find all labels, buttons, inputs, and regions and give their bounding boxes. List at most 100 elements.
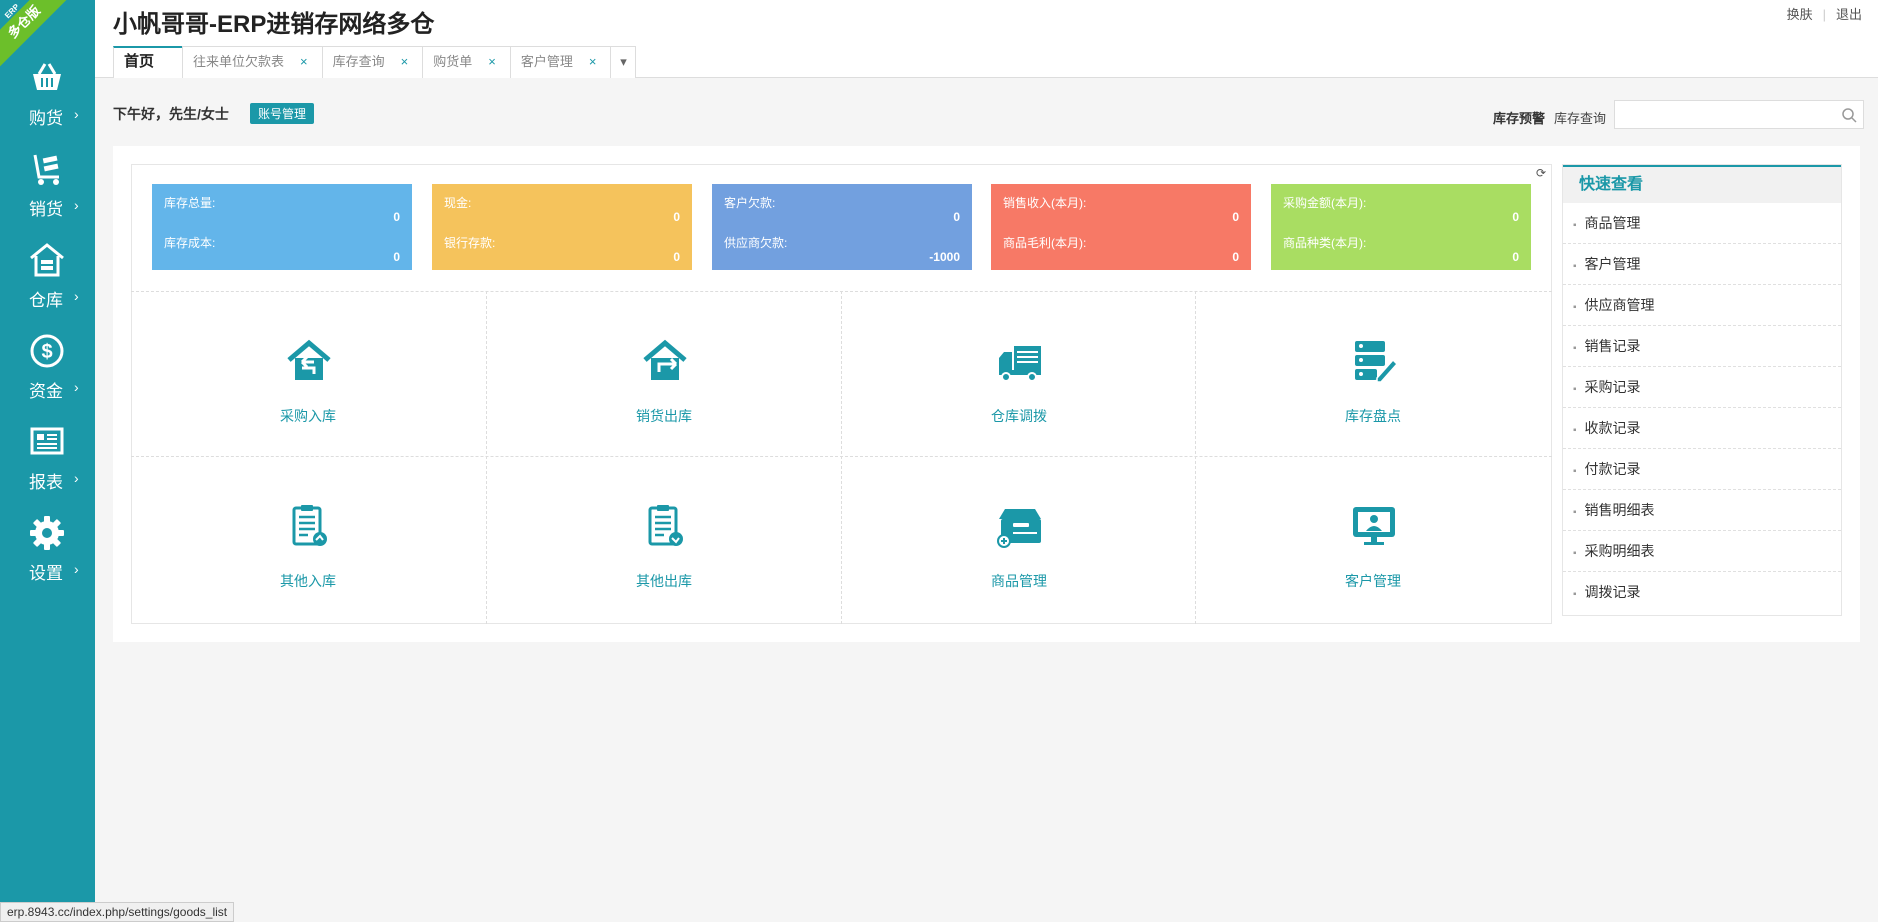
chevron-right-icon: › <box>74 197 79 213</box>
quick-item-label: 供应商管理 <box>1584 297 1655 313</box>
quick-item-transfers[interactable]: ▪ 调拨记录 <box>1563 572 1841 613</box>
sidebar-item-warehouse[interactable]: 仓库 › <box>0 242 95 332</box>
quick-item-payments[interactable]: ▪ 付款记录 <box>1563 449 1841 490</box>
quick-item-customers[interactable]: ▪ 客户管理 <box>1563 244 1841 285</box>
tile-sales-out[interactable]: 销货出库 <box>487 292 841 456</box>
sales-out-icon <box>643 339 687 380</box>
truck-icon <box>999 346 1041 382</box>
close-icon[interactable]: × <box>401 54 409 69</box>
stat-value: 0 <box>393 210 400 224</box>
tab-home[interactable]: 首页 <box>113 46 184 78</box>
chevron-right-icon: › <box>74 288 79 304</box>
tab-label: 库存查询 <box>332 54 385 69</box>
cart-icon <box>33 154 59 185</box>
tile-label: 采购入库 <box>280 408 336 424</box>
dollar-icon: $ <box>30 334 64 368</box>
quick-view-title: 快速查看 <box>1563 165 1841 203</box>
stat-label: 供应商欠款: <box>724 236 788 250</box>
clipboard-out-icon <box>648 505 683 546</box>
sidebar-item-label: 销货 <box>29 200 63 219</box>
warehouse-icon <box>30 243 64 277</box>
tile-other-in[interactable]: 其他入库 <box>131 457 485 621</box>
sidebar-item-funds[interactable]: $ 资金 › <box>0 333 95 423</box>
tile-other-out[interactable]: 其他出库 <box>487 457 841 621</box>
quick-item-goods[interactable]: ▪ 商品管理 <box>1563 203 1841 244</box>
stat-label: 银行存款: <box>444 236 496 250</box>
stat-card-sales: 销售收入(本月): 0 商品毛利(本月): 0 <box>991 184 1251 270</box>
quick-view-panel: 快速查看 ▪ 商品管理 ▪ 客户管理 ▪ 供应商管理 ▪ 销售记录 ▪ 采购记录 ▪ 收款记… <box>1562 164 1842 616</box>
quick-item-receipts[interactable]: ▪ 收款记录 <box>1563 408 1841 449</box>
stat-card-inventory: 库存总量: 0 库存成本: 0 <box>152 184 412 270</box>
tab-stock-query[interactable]: 库存查询 × <box>321 46 424 78</box>
report-icon <box>30 427 64 455</box>
sidebar-item-label: 资金 <box>29 382 63 401</box>
quick-item-label: 调拨记录 <box>1584 584 1641 600</box>
tab-label: 首页 <box>124 53 155 70</box>
stock-query-label[interactable]: 库存查询 <box>1554 108 1606 127</box>
refresh-icon[interactable]: ⟳ <box>1534 166 1548 180</box>
tile-purchase-in[interactable]: 采购入库 <box>131 292 485 456</box>
quick-item-purchase-detail[interactable]: ▪ 采购明细表 <box>1563 531 1841 572</box>
sidebar-item-sales[interactable]: 销货 › <box>0 151 95 241</box>
chevron-right-icon: › <box>74 561 79 577</box>
stat-card-purchase: 采购金额(本月): 0 商品种类(本月): 0 <box>1271 184 1531 270</box>
quick-item-sales-detail[interactable]: ▪ 销售明细表 <box>1563 490 1841 531</box>
tile-label: 销货出库 <box>636 408 692 424</box>
tile-label: 客户管理 <box>1345 573 1401 589</box>
close-icon[interactable]: × <box>300 54 308 69</box>
skin-link[interactable]: 换肤 <box>1787 7 1813 22</box>
stat-value: 0 <box>1512 210 1519 224</box>
stat-card-debt: 客户欠款: 0 供应商欠款: -1000 <box>712 184 972 270</box>
greeting-text: 下午好，先生/女士 <box>113 106 229 122</box>
quick-item-label: 采购记录 <box>1584 379 1641 395</box>
tab-label: 客户管理 <box>520 54 573 69</box>
tile-label: 其他出库 <box>636 573 692 589</box>
sidebar-item-label: 仓库 <box>29 291 63 310</box>
stat-label: 现金: <box>444 196 472 210</box>
sidebar-item-settings[interactable]: 设置 › <box>0 515 95 605</box>
stat-value: 0 <box>673 210 680 224</box>
app-title: 小帆哥哥-ERP进销存网络多仓 <box>113 11 435 38</box>
account-manage-button[interactable]: 账号管理 <box>250 103 315 124</box>
stat-label: 库存总量: <box>164 196 216 210</box>
stat-value: 0 <box>1512 250 1519 264</box>
chevron-right-icon: › <box>74 379 79 395</box>
tab-purchase-order[interactable]: 购货单 × <box>422 46 511 78</box>
chevron-right-icon: › <box>74 106 79 122</box>
sidebar-item-label: 购货 <box>29 109 63 128</box>
stat-value: 0 <box>673 250 680 264</box>
quick-item-label: 客户管理 <box>1584 256 1641 272</box>
caret-down-icon: ▾ <box>620 54 627 69</box>
stat-label: 客户欠款: <box>724 196 776 210</box>
sidebar-item-purchase[interactable]: 购货 › <box>0 60 95 150</box>
tab-label: 往来单位欠款表 <box>193 54 285 69</box>
sidebar-item-label: 报表 <box>29 473 63 492</box>
sidebar-item-label: 设置 <box>29 564 63 583</box>
tile-transfer[interactable]: 仓库调拨 <box>842 292 1196 456</box>
quick-item-sales-records[interactable]: ▪ 销售记录 <box>1563 326 1841 367</box>
stat-label: 商品种类(本月): <box>1283 236 1367 250</box>
tile-label: 仓库调拨 <box>991 408 1047 424</box>
status-bar-url: erp.8943.cc/index.php/settings/goods_lis… <box>0 902 235 922</box>
sidebar-item-reports[interactable]: 报表 › <box>0 424 95 514</box>
stock-search-input[interactable] <box>1615 101 1830 128</box>
stat-label: 商品毛利(本月): <box>1003 236 1087 250</box>
tab-more-button[interactable]: ▾ <box>610 46 637 78</box>
close-icon[interactable]: × <box>488 54 496 69</box>
gear-icon <box>30 516 64 550</box>
stat-value: -1000 <box>929 250 960 264</box>
quick-item-purchase-records[interactable]: ▪ 采购记录 <box>1563 367 1841 408</box>
stock-alert-label[interactable]: 库存预警 <box>1493 108 1545 127</box>
stock-check-icon <box>1355 341 1397 383</box>
tab-arrears[interactable]: 往来单位欠款表 × <box>182 46 323 78</box>
close-icon[interactable]: × <box>589 54 597 69</box>
search-icon[interactable] <box>1841 107 1857 123</box>
quick-item-label: 销售明细表 <box>1584 502 1655 518</box>
quick-item-suppliers[interactable]: ▪ 供应商管理 <box>1563 285 1841 326</box>
logout-link[interactable]: 退出 <box>1836 7 1862 22</box>
tile-stock-check[interactable]: 库存盘点 <box>1196 292 1550 456</box>
tab-customer[interactable]: 客户管理 × <box>509 46 612 78</box>
tile-goods-manage[interactable]: 商品管理 <box>842 457 1196 621</box>
quick-item-label: 销售记录 <box>1584 338 1641 354</box>
tile-customer-manage[interactable]: 客户管理 <box>1196 457 1550 621</box>
